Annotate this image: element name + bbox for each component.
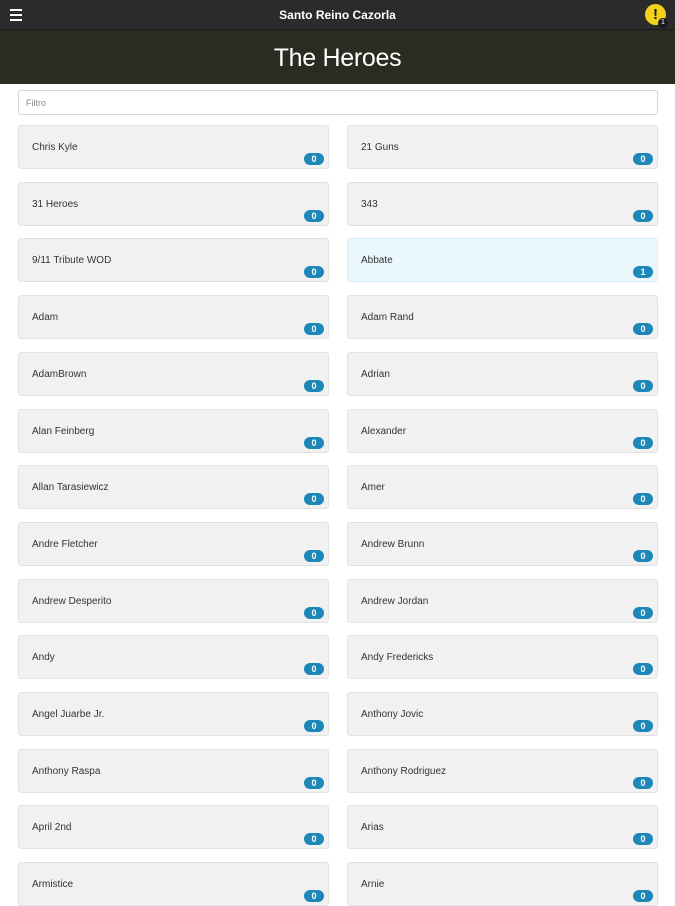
hero-count-badge: 0: [304, 323, 324, 335]
hero-card[interactable]: Andy 0: [18, 635, 329, 679]
hero-name: Alexander: [361, 426, 407, 437]
hero-count-badge: 0: [304, 607, 324, 619]
hero-card[interactable]: Andrew Desperito 0: [18, 579, 329, 623]
hero-card[interactable]: Arias 0: [347, 805, 658, 849]
hero-count-badge: 0: [633, 720, 653, 732]
hero-name: Allan Tarasiewicz: [32, 482, 109, 493]
hero-name: Andrew Jordan: [361, 596, 429, 607]
hero-name: 31 Heroes: [32, 199, 79, 210]
hero-name: 21 Guns: [361, 142, 399, 153]
notification-button[interactable]: ! 1: [645, 4, 668, 28]
hero-count-badge: 0: [633, 323, 653, 335]
hero-name: Andrew Brunn: [361, 539, 425, 550]
hero-name: Abbate: [361, 255, 393, 266]
hero-name: 9/11 Tribute WOD: [32, 255, 112, 266]
hero-card[interactable]: AdamBrown 0: [18, 352, 329, 396]
hero-count-badge: 0: [304, 720, 324, 732]
hero-count-badge: 1: [633, 266, 653, 278]
hero-name: Adam Rand: [361, 312, 414, 323]
hero-name: Anthony Raspa: [32, 766, 101, 777]
hero-count-badge: 0: [633, 437, 653, 449]
hero-count-badge: 0: [633, 833, 653, 845]
hero-name: Anthony Rodriguez: [361, 766, 447, 777]
hero-count-badge: 0: [633, 777, 653, 789]
hero-name: Angel Juarbe Jr.: [32, 709, 105, 720]
hero-count-badge: 0: [304, 153, 324, 165]
hero-name: April 2nd: [32, 822, 72, 833]
hero-name: Arnie: [361, 879, 385, 890]
hero-card[interactable]: Anthony Jovic 0: [347, 692, 658, 736]
app-title: Santo Reino Cazorla: [279, 8, 396, 22]
hero-count-badge: 0: [633, 890, 653, 902]
hero-count-badge: 0: [304, 266, 324, 278]
hero-card[interactable]: 343 0: [347, 182, 658, 226]
hero-name: 343: [361, 199, 378, 210]
hero-card[interactable]: Alan Feinberg 0: [18, 409, 329, 453]
notification-count-badge: 1: [658, 18, 668, 28]
hero-name: Adam: [32, 312, 59, 323]
hero-count-badge: 0: [633, 380, 653, 392]
hero-name: Armistice: [32, 879, 74, 890]
hero-count-badge: 0: [304, 890, 324, 902]
hero-count-badge: 0: [304, 663, 324, 675]
hero-card[interactable]: Andrew Brunn 0: [347, 522, 658, 566]
hero-card[interactable]: Andrew Jordan 0: [347, 579, 658, 623]
hero-card[interactable]: Arnie 0: [347, 862, 658, 906]
hero-name: Amer: [361, 482, 385, 493]
hero-name: Anthony Jovic: [361, 709, 424, 720]
hero-card[interactable]: 21 Guns 0: [347, 125, 658, 169]
filter-input[interactable]: [18, 90, 658, 115]
hero-card[interactable]: Abbate 1: [347, 238, 658, 282]
hero-count-badge: 0: [304, 380, 324, 392]
hero-count-badge: 0: [633, 210, 653, 222]
hero-name: Andrew Desperito: [32, 596, 112, 607]
hero-count-badge: 0: [633, 493, 653, 505]
hero-count-badge: 0: [633, 663, 653, 675]
hero-count-badge: 0: [633, 607, 653, 619]
hero-name: Arias: [361, 822, 384, 833]
top-app-bar: Santo Reino Cazorla ! 1: [0, 0, 675, 30]
hero-count-badge: 0: [633, 153, 653, 165]
hero-count-badge: 0: [304, 493, 324, 505]
hero-card[interactable]: April 2nd 0: [18, 805, 329, 849]
hero-card[interactable]: Armistice 0: [18, 862, 329, 906]
hero-count-badge: 0: [304, 777, 324, 789]
hero-card[interactable]: Allan Tarasiewicz 0: [18, 465, 329, 509]
hero-card[interactable]: Adam Rand 0: [347, 295, 658, 339]
hero-card[interactable]: Andy Fredericks 0: [347, 635, 658, 679]
hero-name: Andy Fredericks: [361, 652, 434, 663]
page-header: The Heroes: [0, 30, 675, 84]
hero-count-badge: 0: [633, 550, 653, 562]
hero-card[interactable]: Angel Juarbe Jr. 0: [18, 692, 329, 736]
hero-count-badge: 0: [304, 833, 324, 845]
hero-name: AdamBrown: [32, 369, 87, 380]
hero-card[interactable]: 31 Heroes 0: [18, 182, 329, 226]
hero-card[interactable]: Anthony Rodriguez 0: [347, 749, 658, 793]
hero-card[interactable]: Andre Fletcher 0: [18, 522, 329, 566]
hero-card[interactable]: Adrian 0: [347, 352, 658, 396]
hero-card[interactable]: 9/11 Tribute WOD 0: [18, 238, 329, 282]
hero-name: Alan Feinberg: [32, 426, 95, 437]
hero-count-badge: 0: [304, 550, 324, 562]
hero-name: Adrian: [361, 369, 390, 380]
hero-name: Andy: [32, 652, 55, 663]
hero-card[interactable]: Amer 0: [347, 465, 658, 509]
hero-count-badge: 0: [304, 437, 324, 449]
hero-name: Andre Fletcher: [32, 539, 98, 550]
hero-card[interactable]: Anthony Raspa 0: [18, 749, 329, 793]
hero-count-badge: 0: [304, 210, 324, 222]
hero-card[interactable]: Chris Kyle 0: [18, 125, 329, 169]
hero-card[interactable]: Adam 0: [18, 295, 329, 339]
hero-name: Chris Kyle: [32, 142, 78, 153]
hero-card[interactable]: Alexander 0: [347, 409, 658, 453]
page-title: The Heroes: [273, 44, 402, 72]
